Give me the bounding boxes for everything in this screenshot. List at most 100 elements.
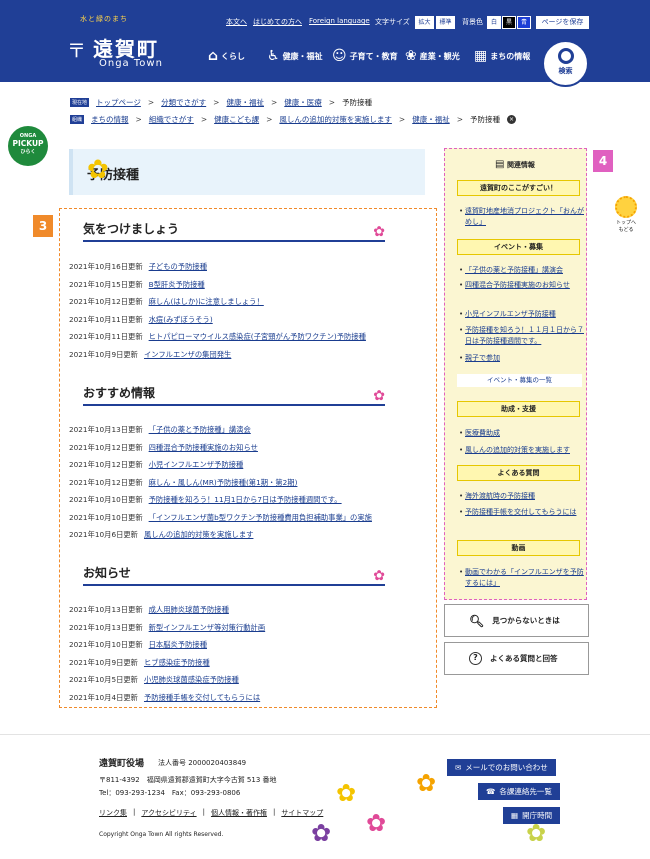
- breadcrumb-link[interactable]: 健康こども課: [214, 114, 259, 125]
- town-name-en: Onga Town: [99, 58, 163, 69]
- building-icon: ▦: [511, 811, 519, 820]
- flower-icon: ✿: [87, 155, 109, 185]
- sidebar-link[interactable]: 「子供の薬と予防接種」講演会: [459, 265, 584, 276]
- news-list-notices: 2021年10月13日更新 成人用肺炎球菌予防接種 2021年10月13日更新 新型…: [69, 605, 429, 710]
- nav-industry[interactable]: ❀ 産業・観光: [405, 48, 460, 64]
- mail-icon: ✉: [455, 763, 462, 772]
- nav-town-info[interactable]: ▦ まちの情報: [474, 48, 530, 64]
- health-icon: ♿: [267, 48, 280, 64]
- faq-button[interactable]: ? よくある質問と回答: [444, 642, 589, 675]
- sidebar-link[interactable]: 四種混合予防接種実施のお知らせ: [459, 280, 584, 291]
- phone-icon: ☎: [486, 787, 496, 796]
- breadcrumb-link[interactable]: まちの情報: [91, 114, 129, 125]
- flower-icon: ✿: [373, 388, 385, 404]
- sidebar-heading: よくある質問: [457, 465, 580, 481]
- nav-child[interactable]: ☺ 子育て・教育: [332, 48, 398, 64]
- breadcrumb-current: 予防接種: [342, 98, 373, 107]
- pickup-button[interactable]: ONGA PICKUP ひらく: [8, 126, 48, 166]
- list-item: 2021年10月11日更新 水痘(みずぼうそう): [69, 314, 213, 324]
- skip-to-content-link[interactable]: 本文へ: [226, 17, 247, 27]
- sidebar-link[interactable]: 風しんの追加的対策を実施します: [459, 445, 584, 456]
- font-enlarge-button[interactable]: 拡大: [415, 16, 434, 29]
- list-item: 2021年10月5日更新 小児肺炎球菌感染症予防接種: [69, 675, 239, 684]
- search-button[interactable]: 検索: [542, 40, 589, 87]
- sidebar-link[interactable]: 海外渡航時の予防接種: [459, 491, 584, 502]
- footer-link[interactable]: 個人情報・著作権: [211, 808, 267, 818]
- footer-link[interactable]: アクセシビリティ: [141, 808, 196, 818]
- page-title-box: 予防接種 ✿: [69, 149, 425, 195]
- home-icon: ⌂: [208, 48, 219, 64]
- breadcrumb-link[interactable]: 健康・福祉: [226, 97, 264, 108]
- sidebar-heading: 助成・支援: [457, 401, 580, 417]
- bg-black-button[interactable]: 黒: [502, 16, 516, 29]
- breadcrumb-link[interactable]: 健康・福祉: [412, 114, 450, 125]
- child-icon: ☺: [332, 48, 347, 64]
- list-item: 2021年10月16日更新 子どもの予防接種: [69, 262, 207, 271]
- site-header: 水と緑のまち 〒 遠賀町 Onga Town 本文へ はじめての方へ Forei…: [0, 0, 650, 87]
- sidebar-link[interactable]: 予防接種手帳を交付してもらうには: [459, 507, 584, 518]
- list-item: 2021年10月10日更新 日本脳炎予防接種: [69, 640, 207, 649]
- search-icon: [557, 48, 574, 64]
- list-item: 2021年10月13日更新 新型インフルエンザ等対策行動計画: [69, 622, 266, 632]
- sidebar-link[interactable]: 小児インフルエンザ予防接種: [459, 309, 584, 320]
- foreign-language-link[interactable]: Foreign language: [309, 17, 370, 25]
- first-visit-link[interactable]: はじめての方へ: [253, 17, 302, 27]
- document-icon: ▤: [495, 159, 505, 170]
- sidebar-link[interactable]: 親子で参加: [459, 353, 584, 364]
- sidebar-link[interactable]: 動画でわかる「インフルエンザを予防するには」: [459, 567, 584, 589]
- list-item: 2021年10月13日更新 「子供の薬と予防接種」講演会: [69, 425, 251, 434]
- list-item: 2021年10月6日更新 風しんの追加的対策を実施します: [69, 530, 254, 539]
- list-item: 2021年10月12日更新 麻しん(はしか)に注意しましょう！: [69, 297, 264, 306]
- sidebar-heading: イベント・募集: [457, 239, 580, 255]
- list-item: 2021年10月13日更新 成人用肺炎球菌予防接種: [69, 605, 229, 614]
- list-item: 2021年10月10日更新 「インフルエンザ菌b型ワクチン予防接種費用負担補助事業…: [69, 512, 372, 522]
- site-footer: 遠賀町役場 法人番号 2000020403849 〒811-4392 福岡県遠賀…: [0, 734, 650, 859]
- breadcrumb-link[interactable]: 風しんの追加的対策を実施します: [279, 114, 392, 125]
- phone-fax: Tel：093-293-1234 Fax：093-293-0806: [99, 789, 241, 797]
- industry-icon: ❀: [405, 48, 417, 64]
- logo-tagline: 水と緑のまち: [80, 15, 128, 23]
- department-contacts-button[interactable]: ☎ 各課連絡先一覧: [478, 783, 560, 800]
- breadcrumb-link[interactable]: 組織でさがす: [149, 114, 194, 125]
- sidebar-link[interactable]: 予防接種を知ろう！１１月１日から７日は予防接種週間です。: [459, 325, 584, 347]
- list-item: 2021年10月15日更新 B型肝炎予防接種: [69, 279, 205, 289]
- mail-contact-button[interactable]: ✉ メールでのお問い合わせ: [447, 759, 556, 776]
- address: 〒811-4392 福岡県遠賀郡遠賀町大字今古賀 513 番地: [99, 776, 277, 784]
- list-item: 2021年10月12日更新 麻しん・風しん(MR)予防接種(第1期・第2期): [69, 477, 298, 487]
- breadcrumb-link[interactable]: 分類でさがす: [161, 97, 206, 108]
- flower-icon: ✿: [373, 224, 385, 240]
- events-list-link[interactable]: イベント・募集の一覧: [457, 374, 582, 387]
- section-heading-caution: 気をつけましょう ✿: [83, 222, 385, 242]
- nav-health[interactable]: ♿ 健康・福祉: [267, 48, 323, 64]
- breadcrumb: 現在地 トップページ > 分類でさがす > 健康・福祉 > 健康・医療 > 予防接種: [70, 97, 373, 108]
- footer-link[interactable]: リンク集: [99, 808, 127, 818]
- back-to-top-button[interactable]: トップへ もどる: [608, 196, 644, 238]
- sidebar-link[interactable]: 医療費助成: [459, 428, 584, 439]
- close-icon[interactable]: ×: [507, 115, 516, 124]
- breadcrumb-current: 予防接種: [470, 115, 500, 124]
- breadcrumb-link[interactable]: トップページ: [96, 97, 141, 108]
- bg-color-label: 背景色: [462, 18, 483, 26]
- not-found-button[interactable]: 🔍︎ 見つからないときは: [444, 604, 589, 637]
- flower-icon: ✿: [373, 568, 385, 584]
- bg-white-button[interactable]: 白: [487, 16, 501, 29]
- font-size-label: 文字サイズ: [375, 18, 410, 26]
- font-standard-button[interactable]: 標準: [436, 16, 455, 29]
- list-item: 2021年10月10日更新 予防接種を知ろう！11月1日から7日は予防接種週間です…: [69, 495, 342, 504]
- list-item: 2021年10月4日更新 予防接種手帳を交付してもらうには: [69, 692, 261, 702]
- bg-blue-button[interactable]: 青: [517, 16, 531, 29]
- magnifier-document-icon: 🔍︎: [469, 613, 485, 628]
- town-emblem-icon: 〒: [67, 40, 87, 62]
- related-info-sidebar: ▤ 関連情報 遠賀町のここがすごい！ 遠賀町地産地消プロジェクト「おんがめし」 …: [444, 148, 587, 600]
- question-icon: ?: [469, 652, 482, 665]
- sidebar-heading: 遠賀町のここがすごい！: [457, 180, 580, 196]
- save-page-button[interactable]: ページを保存: [536, 16, 589, 29]
- news-list-caution: 2021年10月16日更新 子どもの予防接種 2021年10月15日更新 B型肝炎予…: [69, 262, 429, 367]
- office-hours-button[interactable]: ▦ 開庁時間: [503, 807, 561, 824]
- footer-links: リンク集 | アクセシビリティ | 個人情報・著作権 | サイトマップ: [99, 808, 324, 818]
- list-item: 2021年10月9日更新 インフルエンザの集団発生: [69, 349, 232, 359]
- sidebar-link[interactable]: 遠賀町地産地消プロジェクト「おんがめし」: [459, 206, 584, 228]
- nav-kurashi[interactable]: ⌂ くらし: [208, 48, 245, 64]
- breadcrumb-link[interactable]: 健康・医療: [284, 97, 322, 108]
- region-badge-4: 4: [593, 150, 613, 172]
